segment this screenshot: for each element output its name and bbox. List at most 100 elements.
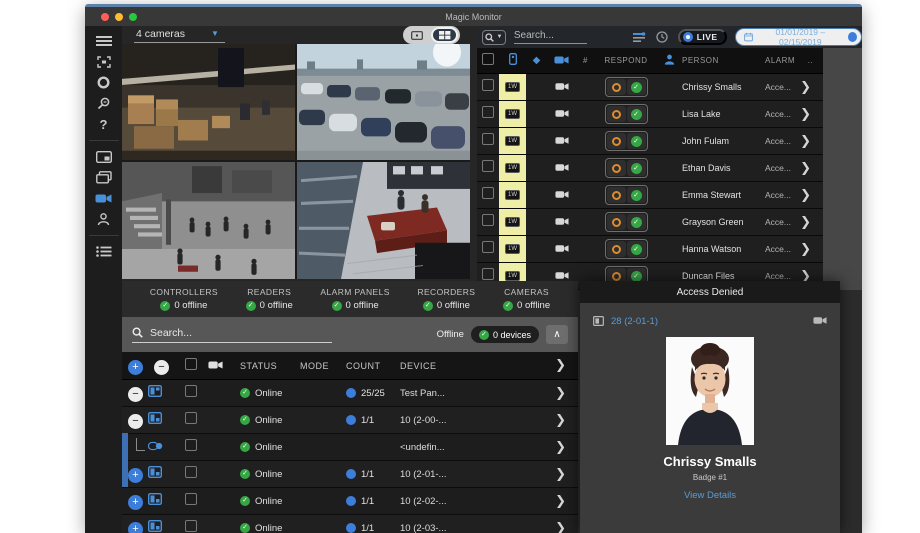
sidebar-item-focus[interactable] [91,51,117,72]
device-row[interactable]: + Online 1/1 10 (2-01-... ❯ [122,461,578,488]
sidebar-item-menu[interactable] [91,30,117,51]
column-header-mode[interactable]: MODE [300,361,346,371]
expand-row-button[interactable]: + [128,495,143,510]
sidebar-item-people[interactable] [91,209,117,230]
titlebar[interactable]: Magic Monitor [85,7,862,26]
date-range-picker[interactable]: 01/01/2019 – 02/15/2019 [734,27,862,47]
event-row[interactable]: 1W ✓ Chrissy Smalls Acce... ❯ [477,74,823,101]
collapse-row-button[interactable]: − [128,387,143,402]
row-checkbox[interactable] [482,187,494,199]
event-row[interactable]: 1W ✓ Emma Stewart Acce... ❯ [477,182,823,209]
device-row[interactable]: − Online 1/1 10 (2-00-... ❯ [122,407,578,434]
clear-button[interactable]: ✓ [626,133,646,149]
column-header-more[interactable]: .. [798,56,823,65]
row-checkbox[interactable] [185,520,197,532]
row-checkbox[interactable] [185,412,197,424]
acknowledge-button[interactable] [606,214,626,230]
event-row[interactable]: 1W ✓ Hanna Watson Acce... ❯ [477,236,823,263]
select-all-checkbox[interactable] [482,52,494,65]
row-checkbox[interactable] [482,79,494,91]
select-all-checkbox[interactable] [185,357,197,370]
device-row-child[interactable]: Online <undefin... ❯ [122,434,578,461]
chevron-right-icon[interactable]: ❯ [798,107,823,122]
row-checkbox[interactable] [482,268,494,280]
sidebar-item-video-wall[interactable] [91,146,117,167]
event-row[interactable]: 1W ✓ Lisa Lake Acce... ❯ [477,101,823,128]
acknowledge-button[interactable] [606,160,626,176]
column-header-respond[interactable]: RESPOND [595,56,657,65]
chevron-right-icon[interactable]: ❯ [798,188,823,203]
chevron-right-icon[interactable]: ❯ [528,440,578,455]
row-checkbox[interactable] [482,133,494,145]
camera-icon[interactable] [813,316,827,325]
view-details-link[interactable]: View Details [580,490,840,501]
collapse-all-button[interactable]: − [154,359,169,375]
event-row[interactable]: 1W ✓ John Fulam Acce... ❯ [477,128,823,155]
expand-row-button[interactable]: + [128,468,143,483]
clear-button[interactable]: ✓ [626,187,646,203]
row-checkbox[interactable] [482,241,494,253]
offline-devices-pill[interactable]: 0 devices [470,326,539,343]
row-checkbox[interactable] [185,439,197,451]
expand-row-button[interactable]: + [128,522,143,533]
sidebar-item-event-list[interactable] [91,241,117,262]
clear-button[interactable]: ✓ [626,106,646,122]
device-row[interactable]: − Online 25/25 Test Pan... ❯ [122,380,578,407]
acknowledge-button[interactable] [606,106,626,122]
chevron-right-icon[interactable]: ❯ [528,358,578,373]
device-row[interactable]: + Online 1/1 10 (2-02-... ❯ [122,488,578,515]
chevron-right-icon[interactable]: ❯ [798,80,823,95]
chevron-right-icon[interactable]: ❯ [798,215,823,230]
column-header-alarm[interactable]: ALARM [765,56,798,65]
row-checkbox[interactable] [185,466,197,478]
chevron-right-icon[interactable]: ❯ [528,521,578,533]
camera-view-selector[interactable]: 4 cameras ▼ [134,28,225,43]
column-header-device[interactable]: DEVICE [400,361,528,371]
chevron-right-icon[interactable]: ❯ [528,413,578,428]
collapse-row-button[interactable]: − [128,414,143,429]
event-table-scrollbar[interactable] [823,48,862,290]
single-view-button[interactable] [405,28,429,42]
chevron-right-icon[interactable]: ❯ [528,467,578,482]
column-header-person[interactable]: PERSON [682,56,765,65]
event-row[interactable]: 1W ✓ Ethan Davis Acce... ❯ [477,155,823,182]
chevron-right-icon[interactable]: ❯ [798,161,823,176]
clear-button[interactable]: ✓ [626,79,646,95]
live-toggle[interactable]: LIVE [677,29,727,45]
clear-button[interactable]: ✓ [626,214,646,230]
filter-button[interactable] [632,31,646,43]
sidebar-item-media-library[interactable] [91,167,117,188]
device-row[interactable]: + Online 1/1 10 (2-03-... ❯ [122,515,578,533]
camera-feed-store[interactable] [297,162,470,279]
event-row[interactable]: 1W ✓ Grayson Green Acce... ❯ [477,209,823,236]
sidebar-item-cameras[interactable] [91,188,117,209]
grid-view-button[interactable] [431,27,458,43]
sidebar-item-zoom-search[interactable] [91,93,117,114]
event-reference-link[interactable]: 28 (2-01-1) [611,316,658,327]
chevron-right-icon[interactable]: ❯ [528,494,578,509]
expand-all-button[interactable]: + [128,359,143,375]
chevron-right-icon[interactable]: ❯ [798,242,823,257]
row-checkbox[interactable] [482,214,494,226]
column-header-status[interactable]: STATUS [240,361,300,371]
clear-button[interactable]: ✓ [626,160,646,176]
chevron-right-icon[interactable]: ❯ [528,386,578,401]
collapse-panel-button[interactable]: ∧ [546,325,568,344]
camera-feed-warehouse[interactable] [122,44,295,160]
column-header-count[interactable]: COUNT [346,361,400,371]
search-scope-dropdown[interactable]: ▼ [482,29,506,45]
row-checkbox[interactable] [185,493,197,505]
row-checkbox[interactable] [482,106,494,118]
row-checkbox[interactable] [185,385,197,397]
device-search-input[interactable]: Search... [132,327,332,343]
acknowledge-button[interactable] [606,187,626,203]
row-checkbox[interactable] [482,160,494,172]
chevron-right-icon[interactable]: ❯ [798,134,823,149]
camera-feed-parking-lot[interactable] [297,44,470,160]
acknowledge-button[interactable] [606,133,626,149]
event-search-input[interactable]: Search... [513,30,587,44]
acknowledge-button[interactable] [606,241,626,257]
clear-button[interactable]: ✓ [626,241,646,257]
history-button[interactable] [656,31,668,43]
column-header-number[interactable]: # [576,56,595,65]
